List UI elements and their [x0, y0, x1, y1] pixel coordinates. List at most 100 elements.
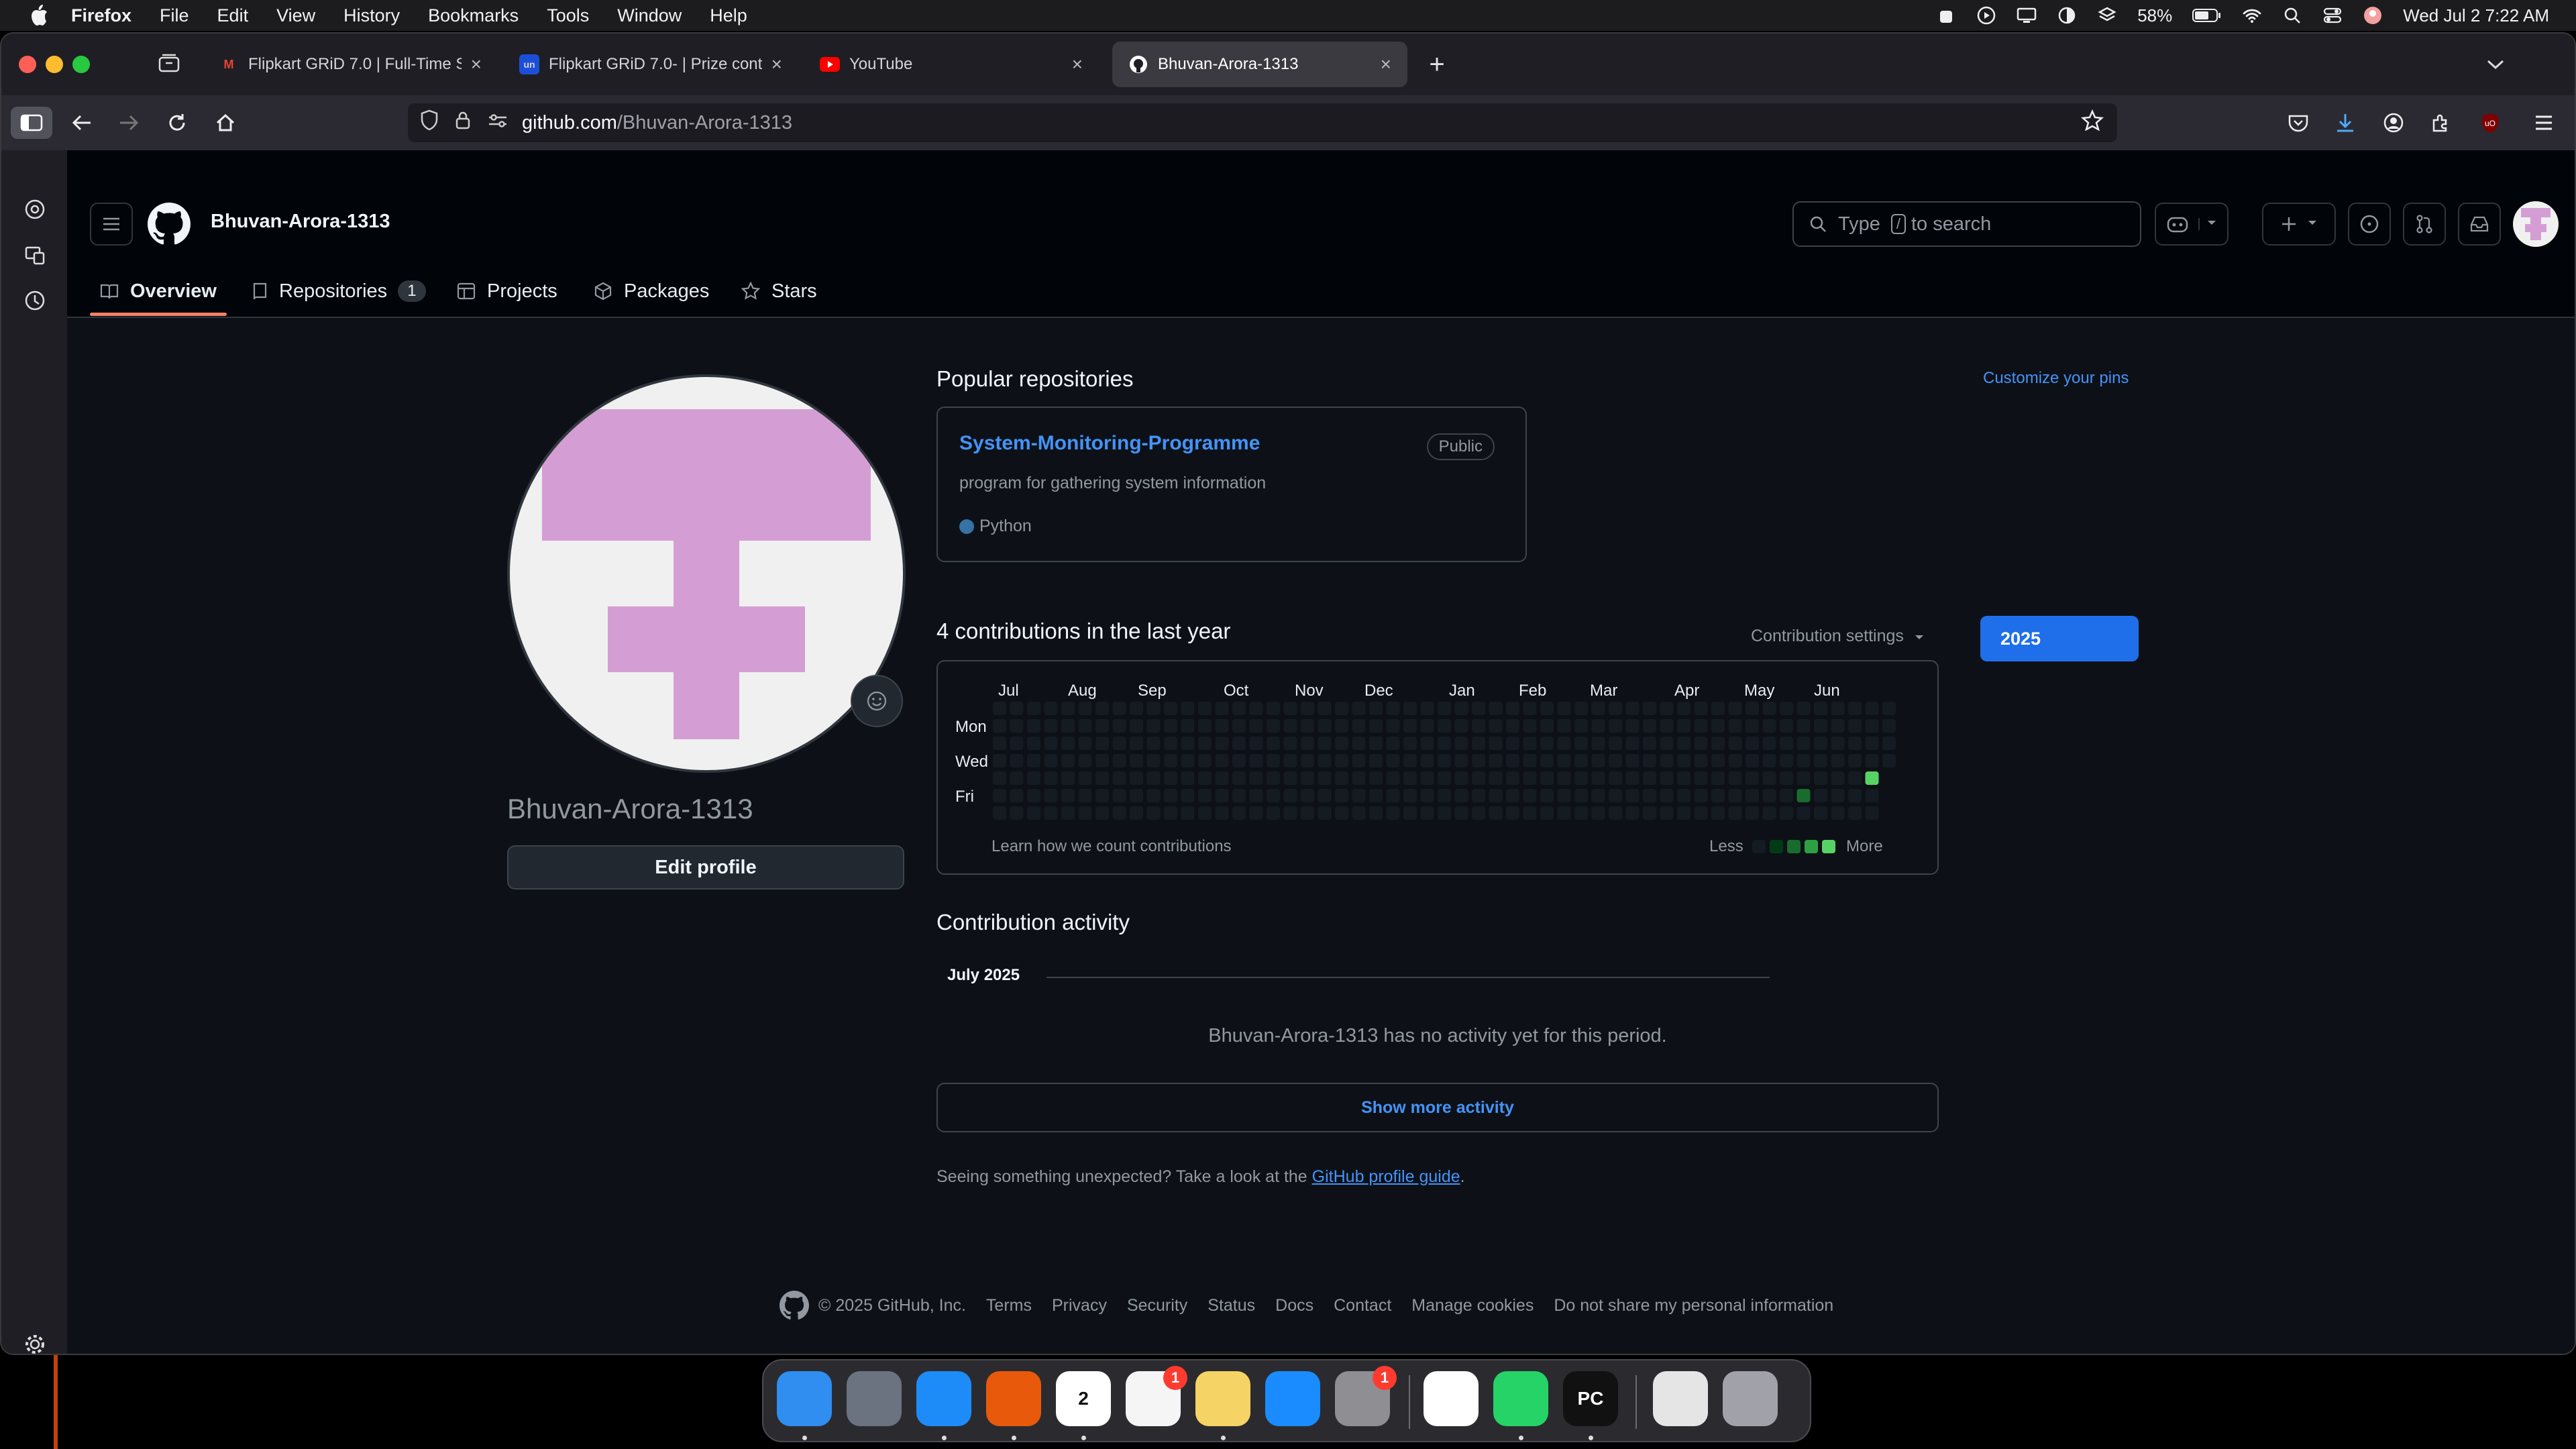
contribution-cell[interactable]: [1746, 771, 1759, 785]
contribution-cell[interactable]: [1728, 771, 1742, 785]
hamburger-menu-icon[interactable]: [90, 203, 133, 246]
contribution-cell[interactable]: [1438, 719, 1451, 733]
profile-guide-link[interactable]: GitHub profile guide: [1312, 1167, 1460, 1186]
contribution-cell[interactable]: [1814, 737, 1827, 750]
contribution-cell[interactable]: [1780, 806, 1793, 820]
contribution-cell[interactable]: [1489, 702, 1503, 715]
contribution-cell[interactable]: [1438, 789, 1451, 802]
contribution-cell[interactable]: [1301, 806, 1314, 820]
contribution-cell[interactable]: [1249, 789, 1263, 802]
contribution-cell[interactable]: [1746, 702, 1759, 715]
menu-app-name[interactable]: Firefox: [71, 5, 131, 26]
contribution-cell[interactable]: [1780, 789, 1793, 802]
contribution-cell[interactable]: [1557, 737, 1571, 750]
contribution-cell[interactable]: [1283, 737, 1297, 750]
contribution-cell[interactable]: [1677, 806, 1690, 820]
contribution-cell[interactable]: [1403, 754, 1417, 767]
contribution-cell[interactable]: [1335, 719, 1348, 733]
footer-link-docs[interactable]: Docs: [1275, 1296, 1313, 1316]
contribution-cell[interactable]: [1181, 789, 1195, 802]
contribution-cell[interactable]: [1489, 789, 1503, 802]
contribution-cell[interactable]: [1694, 789, 1708, 802]
contribution-cell[interactable]: [1369, 771, 1383, 785]
contribution-cell[interactable]: [1386, 737, 1400, 750]
contribution-cell[interactable]: [1181, 771, 1195, 785]
contribution-cell[interactable]: [1352, 737, 1366, 750]
contribution-cell[interactable]: [1711, 771, 1725, 785]
contribution-cell[interactable]: [1677, 789, 1690, 802]
contribution-cell[interactable]: [1882, 737, 1896, 750]
contribution-cell[interactable]: [1848, 771, 1862, 785]
contribution-cell[interactable]: [1010, 754, 1024, 767]
contribution-cell[interactable]: [993, 771, 1006, 785]
contribution-cell[interactable]: [1728, 806, 1742, 820]
close-tab-icon[interactable]: ×: [1381, 54, 1391, 75]
contribution-cell[interactable]: [1215, 754, 1229, 767]
contribution-cell[interactable]: [1814, 789, 1827, 802]
contribution-cell[interactable]: [1557, 719, 1571, 733]
ai-chatbot-icon[interactable]: [21, 196, 48, 223]
contribution-cell[interactable]: [1728, 754, 1742, 767]
contribution-cell[interactable]: [1848, 806, 1862, 820]
contribution-cell[interactable]: [1232, 754, 1246, 767]
contribution-cell[interactable]: [1625, 702, 1640, 715]
contribution-cell[interactable]: [1609, 771, 1622, 785]
contribution-cell[interactable]: [1489, 771, 1503, 785]
contribution-cell[interactable]: [1762, 737, 1776, 750]
contribution-cell[interactable]: [1506, 806, 1519, 820]
tab-repositories[interactable]: Repositories 1: [251, 264, 426, 318]
contribution-cell[interactable]: [1454, 771, 1468, 785]
sidebar-toggle-icon[interactable]: [11, 107, 52, 139]
url-bar[interactable]: github.com/Bhuvan-Arora-1313: [408, 103, 2117, 142]
contribution-cell[interactable]: [1677, 754, 1690, 767]
contribution-cell[interactable]: [1095, 737, 1109, 750]
contribution-cell[interactable]: [1369, 789, 1383, 802]
contribution-cell[interactable]: [1643, 789, 1656, 802]
contribution-cell[interactable]: [1146, 771, 1161, 785]
contribution-cell[interactable]: [1112, 771, 1126, 785]
document-icon[interactable]: [1653, 1371, 1708, 1426]
footer-link-contact[interactable]: Contact: [1334, 1296, 1391, 1316]
contribution-cell[interactable]: [1557, 806, 1571, 820]
contribution-cell[interactable]: [1027, 737, 1040, 750]
browser-tab-3[interactable]: YouTube ×: [804, 42, 1099, 87]
contribution-cell[interactable]: [1711, 719, 1725, 733]
contribution-cell[interactable]: [1335, 702, 1348, 715]
contribution-cell[interactable]: [993, 789, 1006, 802]
contribution-cell[interactable]: [1796, 806, 1811, 820]
close-tab-icon[interactable]: ×: [771, 54, 782, 75]
menu-edit[interactable]: Edit: [217, 5, 249, 26]
contribution-cell[interactable]: [1301, 702, 1314, 715]
contribution-cell[interactable]: [1146, 806, 1161, 820]
contribution-cell[interactable]: [1865, 702, 1879, 715]
contribution-cell[interactable]: [1044, 719, 1058, 733]
contribution-cell[interactable]: [1078, 754, 1092, 767]
contribution-cell[interactable]: [1130, 806, 1143, 820]
contribution-cell[interactable]: [1472, 789, 1485, 802]
contribution-cell[interactable]: [1267, 754, 1280, 767]
contribution-cell[interactable]: [1762, 702, 1776, 715]
contribution-cell[interactable]: [1352, 719, 1366, 733]
contribution-cell[interactable]: [1609, 789, 1622, 802]
profile-avatar[interactable]: [507, 374, 906, 773]
contribution-cell[interactable]: [1249, 754, 1263, 767]
contribution-cell[interactable]: [1660, 702, 1674, 715]
contribution-cell[interactable]: [1232, 702, 1246, 715]
contribution-cell[interactable]: [1318, 702, 1332, 715]
contribution-cell[interactable]: [1215, 789, 1229, 802]
contribution-cell[interactable]: [1146, 702, 1161, 715]
contribution-cell[interactable]: [1454, 719, 1468, 733]
contribution-cell[interactable]: [1249, 719, 1263, 733]
issues-button[interactable]: [2348, 203, 2391, 246]
contribution-cell[interactable]: [1078, 702, 1092, 715]
contribution-cell[interactable]: [1386, 754, 1400, 767]
contribution-cell[interactable]: [1386, 702, 1400, 715]
contribution-cell[interactable]: [1780, 754, 1793, 767]
contribution-cell[interactable]: [1677, 719, 1690, 733]
contribution-cell[interactable]: [1078, 771, 1092, 785]
contribution-cell[interactable]: [1746, 737, 1759, 750]
contribution-cell[interactable]: [1625, 737, 1640, 750]
footer-link-do-not-share[interactable]: Do not share my personal information: [1554, 1296, 1833, 1316]
contribution-cell[interactable]: [1112, 789, 1126, 802]
new-tab-button[interactable]: +: [1421, 48, 1453, 80]
